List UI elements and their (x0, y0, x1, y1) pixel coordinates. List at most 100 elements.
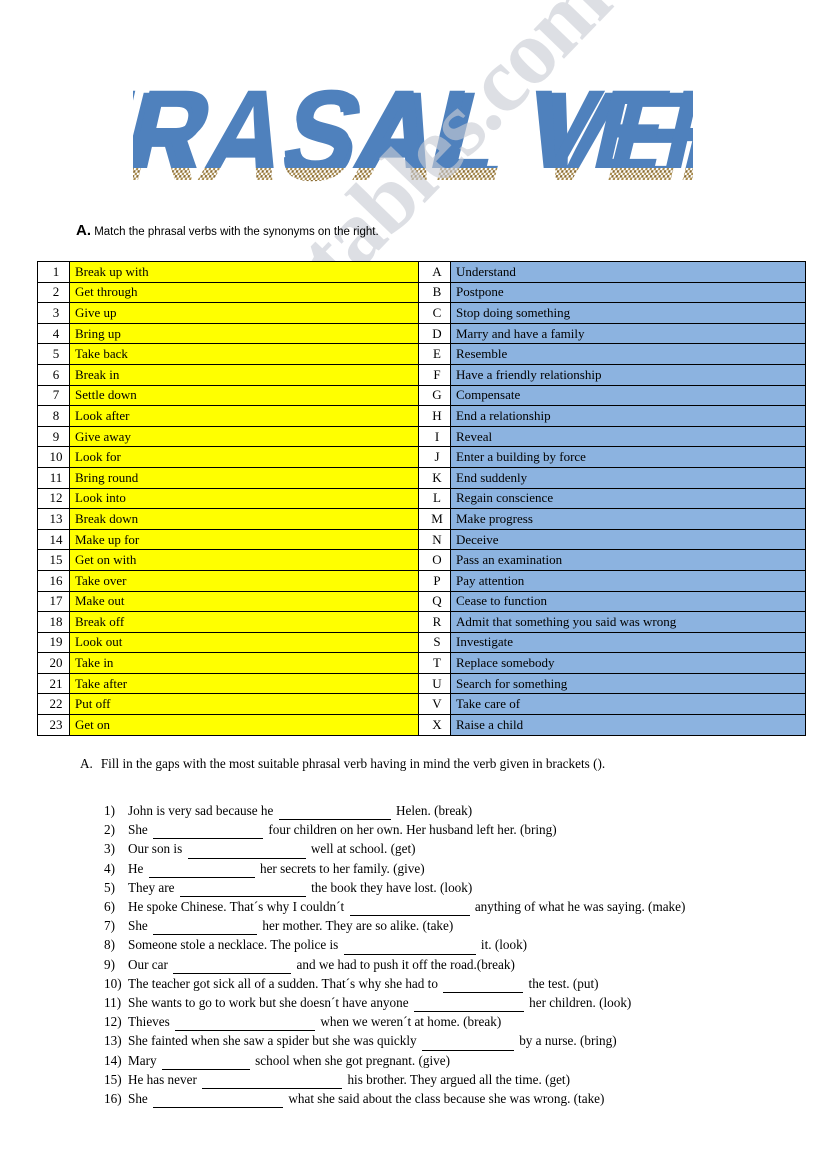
phrasal-verb-cell[interactable]: Make up for (69, 528, 419, 551)
definition-cell[interactable]: Replace somebody (450, 652, 806, 674)
phrasal-verb-cell[interactable]: Make out (69, 590, 419, 613)
definition-cell[interactable]: Investigate (450, 631, 806, 654)
row-letter: N (418, 528, 451, 551)
phrasal-verb-cell[interactable]: Bring up (69, 322, 419, 345)
gapfill-blank[interactable] (179, 883, 306, 898)
definition-cell[interactable]: Pass an examination (450, 549, 806, 571)
gapfill-text-after: her secrets to her family. (give) (259, 860, 425, 876)
row-number: 18 (37, 611, 70, 633)
gapfill-item-number: 16) (104, 1091, 122, 1107)
table-row: 18 Break off R Admit that something you sai… (37, 611, 806, 633)
title-svg: PHRASAL VERBS PHRASAL VERBS PHRASAL VERB… (133, 65, 693, 207)
gapfill-item-number: 15) (104, 1071, 122, 1087)
gapfill-item: 8) Someone stole a necklace. The police i… (104, 935, 804, 955)
phrasal-verb-cell[interactable]: Break off (69, 611, 419, 633)
table-row: 3 Give up C Stop doing something (37, 302, 806, 324)
row-number: 1 (37, 261, 70, 283)
gapfill-blank[interactable] (187, 845, 306, 859)
gapfill-blank[interactable] (349, 902, 470, 917)
definition-cell[interactable]: Take care of (450, 693, 806, 716)
phrasal-verb-cell[interactable]: Get through (69, 281, 419, 304)
definition-cell[interactable]: Postpone (450, 281, 806, 304)
row-number: 2 (37, 281, 70, 304)
row-number: 14 (37, 528, 70, 551)
gapfill-blank[interactable] (278, 806, 391, 821)
phrasal-verb-cell[interactable]: Break down (69, 508, 419, 530)
definition-cell[interactable]: Compensate (450, 384, 806, 407)
gapfill-item: 10) The teacher got sick all of a sudden.… (104, 974, 804, 994)
phrasal-verb-cell[interactable]: Break up with (69, 261, 419, 283)
row-number: 23 (37, 714, 70, 736)
phrasal-verb-cell[interactable]: Look for (69, 446, 419, 468)
gapfill-blank[interactable] (175, 1017, 316, 1032)
definition-cell[interactable]: End a relationship (450, 405, 806, 427)
gapfill-text-after: his brother. They argued all the time. (… (347, 1071, 570, 1087)
definition-cell[interactable]: Cease to function (450, 590, 806, 613)
definition-cell[interactable]: Stop doing something (450, 302, 806, 324)
definition-cell[interactable]: Reveal (450, 425, 806, 448)
row-number: 6 (37, 363, 70, 386)
phrasal-verb-cell[interactable]: Give up (69, 302, 419, 324)
phrasal-verb-cell[interactable]: Put off (69, 693, 419, 716)
phrasal-verb-cell[interactable]: Take in (69, 652, 419, 674)
gapfill-item: 6) He spoke Chinese. That´s why I couldn´… (104, 897, 804, 917)
phrasal-verb-cell[interactable]: Break in (69, 363, 419, 386)
gapfill-text-before: Our car (128, 956, 168, 972)
gapfill-blank[interactable] (153, 921, 258, 936)
definition-cell[interactable]: End suddenly (450, 466, 806, 489)
phrasal-verb-cell[interactable]: Bring round (69, 466, 419, 489)
phrasal-verb-cell[interactable]: Get on (69, 714, 419, 736)
gapfill-item: 11) She wants to go to work but she doesn… (104, 993, 804, 1013)
definition-cell[interactable]: Have a friendly relationship (450, 363, 806, 386)
gapfill-blank[interactable] (202, 1075, 343, 1090)
row-number: 7 (37, 384, 70, 407)
gapfill-blank[interactable] (153, 1094, 284, 1109)
definition-cell[interactable]: Marry and have a family (450, 322, 806, 345)
gapfill-text-after: anything of what he was saying. (make) (474, 899, 686, 915)
gapfill-blank[interactable] (413, 998, 524, 1013)
table-row: 2 Get through B Postpone (37, 281, 806, 304)
gapfill-item-number: 9) (104, 956, 115, 972)
definition-cell[interactable]: Resemble (450, 343, 806, 365)
row-letter: H (418, 405, 451, 427)
definition-cell[interactable]: Admit that something you said was wrong (450, 611, 806, 633)
phrasal-verb-cell[interactable]: Get on with (69, 549, 419, 571)
definition-cell[interactable]: Regain conscience (450, 487, 806, 510)
gapfill-item: 14) Mary school when she got pregnant. (g… (104, 1051, 804, 1070)
definition-cell[interactable]: Search for something (450, 672, 806, 695)
row-number: 13 (37, 508, 70, 530)
gapfill-text-before: She (128, 822, 148, 838)
table-row: 8 Look after H End a relationship (37, 405, 806, 427)
gapfill-item-text: John is very sad because he Helen. (brea… (128, 801, 804, 821)
gapfill-blank[interactable] (161, 1056, 250, 1070)
row-letter: I (418, 425, 451, 448)
definition-cell[interactable]: Raise a child (450, 714, 806, 736)
gapfill-blank[interactable] (153, 825, 264, 840)
gapfill-blank[interactable] (443, 979, 524, 994)
phrasal-verb-cell[interactable]: Settle down (69, 384, 419, 407)
table-row: 17 Make out Q Cease to function (37, 590, 806, 613)
phrasal-verb-cell[interactable]: Give away (69, 425, 419, 448)
row-letter: E (418, 343, 451, 365)
gapfill-text-after: by a nurse. (bring) (519, 1033, 617, 1049)
phrasal-verb-cell[interactable]: Look out (69, 631, 419, 654)
gapfill-blank[interactable] (148, 864, 255, 878)
definition-cell[interactable]: Understand (450, 261, 806, 283)
gapfill-text-before: She (128, 918, 148, 934)
gapfill-item-text: Our son is well at school. (get) (128, 839, 804, 859)
phrasal-verb-cell[interactable]: Look into (69, 487, 419, 510)
phrasal-verb-cell[interactable]: Take back (69, 343, 419, 365)
phrasal-verb-cell[interactable]: Take after (69, 672, 419, 695)
gapfill-blank[interactable] (421, 1037, 514, 1051)
definition-cell[interactable]: Pay attention (450, 569, 806, 592)
row-letter: V (418, 693, 451, 716)
gapfill-blank[interactable] (173, 960, 292, 974)
gapfill-text-before: He (128, 860, 144, 876)
definition-cell[interactable]: Deceive (450, 528, 806, 551)
definition-cell[interactable]: Enter a building by force (450, 446, 806, 468)
gapfill-blank[interactable] (343, 941, 476, 955)
phrasal-verb-cell[interactable]: Take over (69, 569, 419, 592)
definition-cell[interactable]: Make progress (450, 508, 806, 530)
table-row: 4 Bring up D Marry and have a family (37, 322, 806, 345)
phrasal-verb-cell[interactable]: Look after (69, 405, 419, 427)
